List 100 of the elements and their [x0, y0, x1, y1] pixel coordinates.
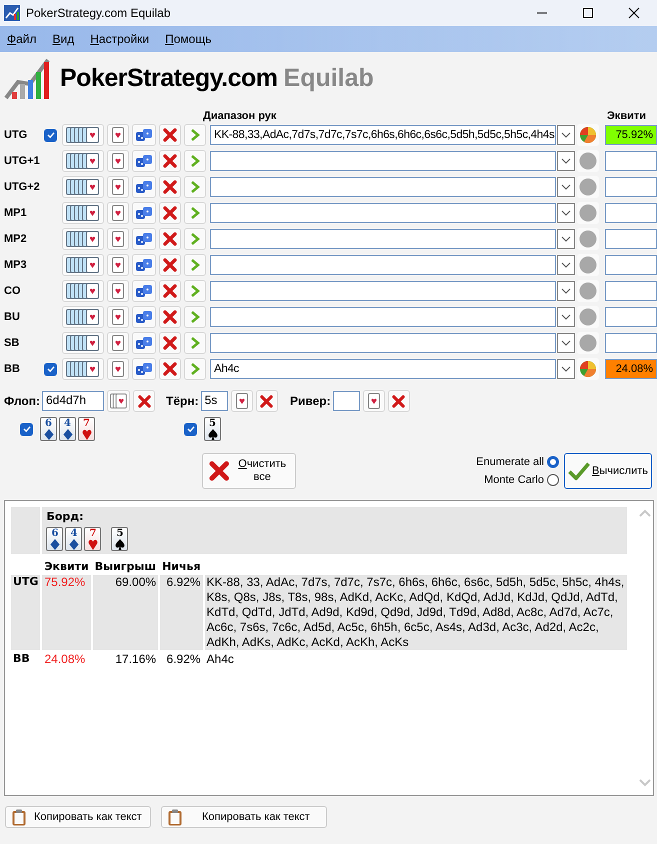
menu-item[interactable]: Файл: [7, 32, 37, 46]
board-label: Борд:: [46, 510, 85, 523]
card-button[interactable]: [107, 280, 129, 302]
clear-button[interactable]: [159, 202, 181, 224]
next-button[interactable]: [184, 202, 206, 224]
clear-button[interactable]: [159, 306, 181, 328]
range-field[interactable]: [210, 229, 556, 249]
next-button[interactable]: [184, 176, 206, 198]
dropdown-button[interactable]: [557, 203, 575, 223]
clear-all-button[interactable]: Очистить все: [202, 453, 296, 489]
random-button[interactable]: [132, 150, 156, 172]
range-field[interactable]: [210, 203, 556, 223]
range-button[interactable]: [62, 228, 104, 250]
clear-button[interactable]: [133, 390, 155, 412]
dropdown-button[interactable]: [557, 177, 575, 197]
next-button[interactable]: [184, 306, 206, 328]
next-button[interactable]: [184, 228, 206, 250]
board-field[interactable]: 5s: [200, 391, 228, 411]
next-button[interactable]: [184, 280, 206, 302]
clear-button[interactable]: [388, 390, 410, 412]
card-button[interactable]: [107, 390, 130, 412]
dropdown-button[interactable]: [557, 281, 575, 301]
board-field[interactable]: [332, 391, 360, 411]
random-button[interactable]: [132, 124, 156, 146]
card-button[interactable]: [107, 150, 129, 172]
random-button[interactable]: [132, 202, 156, 224]
diamond-suit-icon: [44, 429, 54, 440]
copy-button[interactable]: Копировать как текст: [161, 806, 327, 828]
board-field[interactable]: 6d4d7h: [42, 391, 104, 411]
random-button[interactable]: [132, 358, 156, 380]
card-button[interactable]: [107, 306, 129, 328]
random-button[interactable]: [132, 228, 156, 250]
card-icon: [112, 231, 124, 247]
card-button[interactable]: [107, 176, 129, 198]
checkbox[interactable]: [20, 422, 33, 436]
random-button[interactable]: [132, 254, 156, 276]
clear-button[interactable]: [159, 150, 181, 172]
random-button[interactable]: [132, 280, 156, 302]
calculate-button[interactable]: Вычислить: [564, 453, 652, 489]
card-button[interactable]: [107, 332, 129, 354]
next-button[interactable]: [184, 254, 206, 276]
dropdown-button[interactable]: [557, 333, 575, 353]
mode-radio[interactable]: Monte Carlo: [484, 474, 559, 486]
copy-button[interactable]: Копировать как текст: [5, 806, 151, 828]
range-button[interactable]: [62, 332, 104, 354]
checkbox[interactable]: [44, 128, 57, 142]
clear-button[interactable]: [159, 228, 181, 250]
range-field[interactable]: [210, 281, 556, 301]
random-button[interactable]: [132, 306, 156, 328]
card-fan-icon: [66, 283, 100, 299]
card-button[interactable]: [230, 390, 253, 412]
random-button[interactable]: [132, 332, 156, 354]
card-button[interactable]: [107, 124, 129, 146]
range-field[interactable]: [210, 177, 556, 197]
range-button[interactable]: [62, 358, 104, 380]
menu-item[interactable]: Помощь: [165, 32, 212, 46]
clear-button[interactable]: [159, 280, 181, 302]
range-button[interactable]: [62, 176, 104, 198]
range-button[interactable]: [62, 202, 104, 224]
next-button[interactable]: [184, 332, 206, 354]
random-button[interactable]: [132, 176, 156, 198]
clear-button[interactable]: [159, 358, 181, 380]
checkbox[interactable]: [184, 422, 197, 436]
card-button[interactable]: [107, 228, 129, 250]
next-button[interactable]: [184, 124, 206, 146]
clear-button[interactable]: [159, 332, 181, 354]
dropdown-button[interactable]: [557, 359, 575, 379]
pie-button[interactable]: [577, 358, 599, 380]
dropdown-button[interactable]: [557, 255, 575, 275]
dropdown-button[interactable]: [557, 229, 575, 249]
range-button[interactable]: [62, 150, 104, 172]
range-button[interactable]: [62, 306, 104, 328]
range-field[interactable]: [210, 151, 556, 171]
street-label: Флоп:: [3, 394, 40, 408]
card-button[interactable]: [107, 358, 129, 380]
clear-button[interactable]: [159, 254, 181, 276]
range-field[interactable]: [210, 333, 556, 353]
dropdown-button[interactable]: [557, 125, 575, 145]
card-button[interactable]: [107, 254, 129, 276]
range-button[interactable]: [62, 254, 104, 276]
range-button[interactable]: [62, 124, 104, 146]
next-button[interactable]: [184, 150, 206, 172]
checkbox[interactable]: [44, 362, 57, 376]
menu-item[interactable]: Настройки: [90, 32, 150, 46]
dropdown-button[interactable]: [557, 151, 575, 171]
range-field[interactable]: Ah4c: [210, 359, 556, 379]
pie-button[interactable]: [577, 124, 599, 146]
next-button[interactable]: [184, 358, 206, 380]
range-field[interactable]: KK-88,33,AdAc,7d7s,7d7c,7s7c,6h6s,6h6c,6s6c,5d5h,5d5c,5h5c,4h4s: [210, 125, 556, 145]
dropdown-button[interactable]: [557, 307, 575, 327]
range-field[interactable]: [210, 255, 556, 275]
range-field[interactable]: [210, 307, 556, 327]
menu-item[interactable]: Вид: [52, 32, 74, 46]
mode-radio[interactable]: Enumerate all: [476, 456, 559, 468]
range-button[interactable]: [62, 280, 104, 302]
card-button[interactable]: [362, 390, 385, 412]
clear-button[interactable]: [159, 176, 181, 198]
clear-button[interactable]: [159, 124, 181, 146]
card-button[interactable]: [107, 202, 129, 224]
clear-button[interactable]: [256, 390, 278, 412]
